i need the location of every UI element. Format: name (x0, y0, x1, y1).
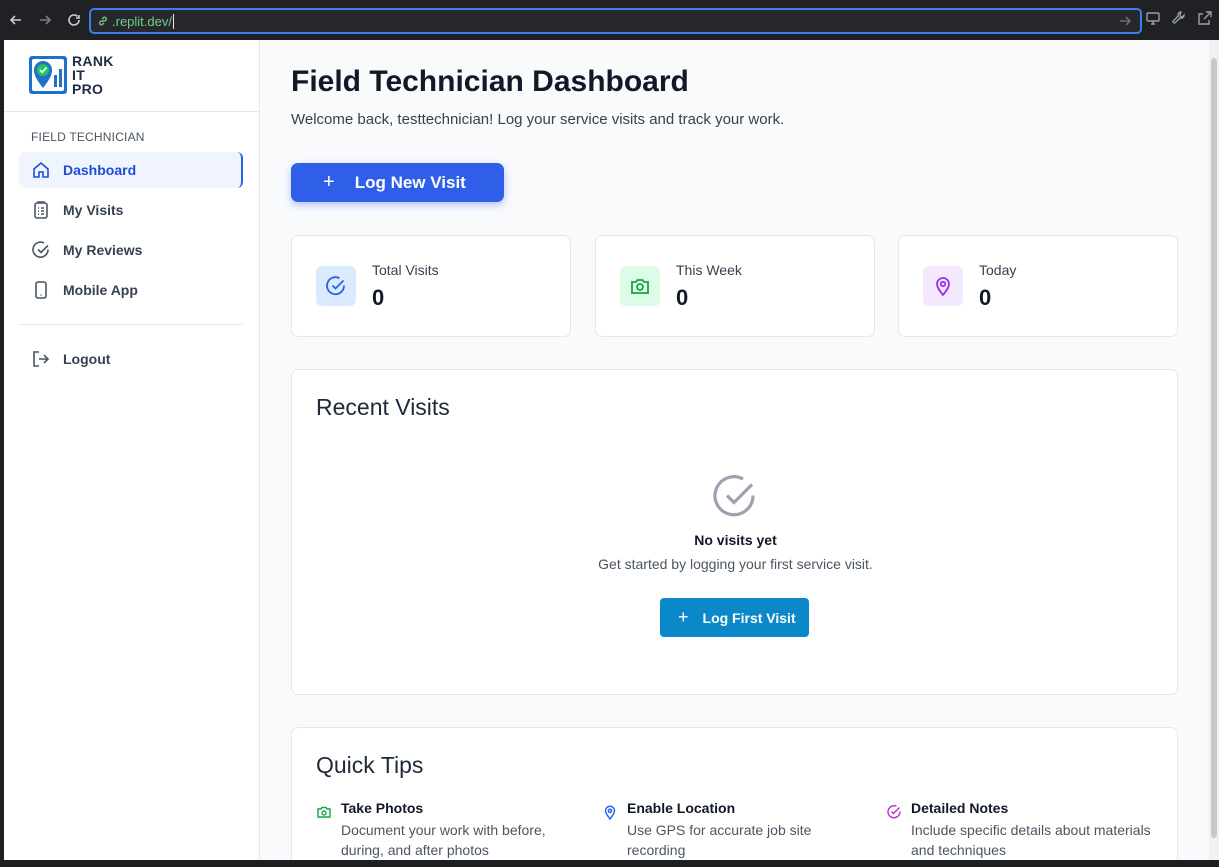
smartphone-icon (31, 280, 51, 300)
stat-label: This Week (676, 262, 742, 278)
reload-icon[interactable] (61, 7, 87, 33)
vertical-scrollbar[interactable] (1209, 40, 1219, 860)
empty-state-subtitle: Get started by logging your first servic… (598, 556, 873, 572)
sidebar-item-label: Dashboard (63, 162, 137, 178)
home-icon (31, 160, 51, 180)
plus-icon: + (323, 171, 335, 193)
page-subtitle: Welcome back, testtechnician! Log your s… (291, 111, 785, 128)
logout-icon (31, 349, 51, 369)
address-bar[interactable]: .replit.dev/ (89, 8, 1142, 34)
sidebar-item-my-reviews[interactable]: My Reviews (19, 232, 243, 268)
sidebar: RANK IT PRO FIELD TECHNICIAN Dashboard M… (4, 40, 260, 860)
sidebar-item-my-visits[interactable]: My Visits (19, 192, 243, 228)
logo: RANK IT PRO (28, 54, 114, 96)
plus-icon: + (678, 607, 689, 627)
sidebar-item-label: My Reviews (63, 242, 143, 258)
monitor-icon[interactable] (1145, 10, 1163, 28)
logo-text: RANK IT PRO (72, 54, 114, 96)
stat-card-this-week: This Week 0 (595, 235, 875, 337)
external-link-icon[interactable] (1197, 10, 1215, 28)
url-text: .replit.dev/ (112, 13, 172, 29)
map-pin-icon (923, 266, 963, 306)
sidebar-section-label: FIELD TECHNICIAN (31, 130, 145, 144)
camera-icon (620, 266, 660, 306)
window-bottom-edge (0, 860, 1219, 867)
tip-title: Detailed Notes (911, 800, 1009, 816)
browser-tools (1145, 10, 1219, 28)
button-label: Log New Visit (354, 172, 466, 192)
stat-label: Today (979, 262, 1017, 278)
empty-state-title: No visits yet (694, 532, 777, 548)
tip-title: Take Photos (341, 800, 424, 816)
sidebar-item-mobile-app[interactable]: Mobile App (19, 272, 243, 308)
recent-visits-card: Recent Visits No visits yet Get started … (291, 369, 1178, 695)
sidebar-divider (4, 111, 259, 112)
stat-card-total-visits: Total Visits 0 (291, 235, 571, 337)
page-title: Field Technician Dashboard (291, 65, 689, 98)
stat-value: 0 (676, 285, 689, 310)
check-circle-icon (886, 804, 902, 820)
link-icon (99, 16, 107, 26)
sidebar-item-label: Mobile App (63, 282, 138, 298)
sidebar-item-label: My Visits (63, 202, 124, 218)
check-circle-icon (316, 266, 356, 306)
forward-icon[interactable] (32, 7, 58, 33)
tip-description: Include specific details about materials… (911, 822, 1151, 858)
logout-label: Logout (63, 351, 111, 367)
sidebar-nav: Dashboard My Visits My Reviews Mobile Ap… (19, 152, 243, 312)
logout-section: Logout (19, 341, 243, 381)
map-pin-icon (602, 804, 618, 821)
camera-icon (316, 804, 332, 820)
card-title: Quick Tips (316, 752, 424, 778)
logo-line: PRO (72, 81, 104, 97)
stat-value: 0 (979, 285, 992, 310)
go-arrow-icon[interactable] (1118, 14, 1132, 28)
logo-line: IT (72, 67, 86, 83)
button-label: Log First Visit (702, 609, 796, 626)
scrollbar-thumb[interactable] (1211, 58, 1217, 838)
logo-mark (28, 55, 68, 95)
check-circle-icon (713, 475, 755, 517)
log-first-visit-button[interactable]: + Log First Visit (660, 598, 809, 637)
text-caret (172, 13, 174, 29)
logout-button[interactable]: Logout (19, 341, 243, 377)
stat-card-today: Today 0 (898, 235, 1178, 337)
stat-value: 0 (372, 285, 385, 310)
wrench-icon[interactable] (1171, 10, 1189, 28)
clipboard-icon (31, 200, 51, 220)
check-circle-icon (31, 240, 51, 260)
logo-line: RANK (72, 53, 114, 69)
back-icon[interactable] (3, 7, 29, 33)
sidebar-item-dashboard[interactable]: Dashboard (19, 152, 243, 188)
tip-title: Enable Location (627, 800, 736, 816)
tip-description: Document your work with before, during, … (341, 822, 546, 858)
quick-tips-card: Quick Tips Take Photos Document your wor… (291, 727, 1178, 860)
log-new-visit-button[interactable]: + Log New Visit (291, 163, 504, 202)
sidebar-divider (19, 324, 243, 325)
tip-description: Use GPS for accurate job site recording (627, 822, 812, 858)
app-window: RANK IT PRO FIELD TECHNICIAN Dashboard M… (4, 40, 1209, 860)
card-title: Recent Visits (316, 394, 450, 420)
stat-label: Total Visits (372, 262, 439, 278)
